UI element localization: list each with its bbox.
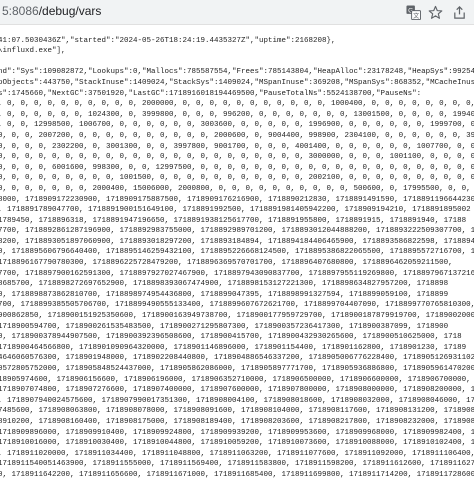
response-text-line: 8910200, 1718908160400, 1718908175000, 1…: [0, 417, 474, 426]
response-text-line: 1718900464566800, 1718901090964320000, 1…: [0, 343, 467, 352]
response-text-line: 900862850, 1718900151925350600, 17189001…: [0, 312, 474, 321]
response-text-line: , 1718891789047700, 1718891900151649100,…: [0, 206, 471, 215]
response-text-line: 0, 1718900378944907500, 1718900392396508…: [0, 333, 462, 342]
response-text-line: 0, 1718895606796640400, 1718895146259432…: [0, 248, 474, 257]
response-text-line: 1789450, 1718896318, 1718891947196650, 1…: [0, 216, 467, 225]
response-text-line: 0, 0, 0, 0, 0, 0, 0, 2000400, 15006000, …: [0, 184, 474, 193]
response-text-line: , 0, 0, 0, 0, 0, 0, 0, 0, 0, 0, 2000000,…: [0, 100, 474, 109]
response-text-line: 7700, 1718892861287196900, 1718892983755…: [0, 227, 474, 236]
response-text-line: 8685700, 1718898272697652900, 1718898393…: [0, 280, 449, 289]
response-text-line: 0, 0, 0, 0, 0, 0, 0, 0, 0, 1001500, 0, 0…: [0, 174, 474, 183]
url-host: 5:8086: [2, 4, 39, 18]
response-text-line: , 1718911020000, 1718911034400, 17189110…: [0, 449, 474, 458]
svg-text:文: 文: [413, 11, 419, 19]
url-text[interactable]: 5:8086/debug/vars: [2, 4, 101, 18]
response-text-line: 8000, 1718909172230900, 1718909175887500…: [0, 195, 474, 204]
response-text-line: \influxd.exe"],: [0, 47, 66, 56]
json-response-body: 41:07.5030436Z","started":"2024-05-26T18…: [0, 25, 474, 481]
response-text-line: 0, 0, 0, 0, 6001600, 998300, 0, 0, 12997…: [0, 163, 474, 172]
translate-icon[interactable]: G 文: [404, 3, 422, 21]
response-text-line: 7485600, 1718908063800, 1718908078000, 1…: [0, 407, 474, 416]
response-text-line: 1718907074800, 1718907276600, 1718907400…: [0, 386, 474, 395]
response-text-line: 0, 0, 0, 2007200, 0, 0, 0, 0, 0, 0, 0, 0…: [0, 131, 474, 140]
response-text-line: 1718896167790780300, 1718896225728479200…: [0, 259, 453, 268]
response-text-line: 8200, 1718893051897060900, 1718893018297…: [0, 237, 474, 246]
response-text-line: 1718911540051463900, 1718911555000, 1718…: [0, 460, 474, 469]
response-text-line: 4646060576300, 1718901948000, 1718902208…: [0, 354, 474, 363]
response-text-line: 41:07.5030436Z","started":"2024-05-26T18…: [0, 36, 336, 45]
response-text-line: 0, 0, 0, 0, 0, 0, 0, 0, 0, 0, 0, 0, 0, 0…: [0, 153, 474, 162]
response-text-line: s":1745660,"NextGC":37501920,"LastGC":17…: [0, 89, 422, 98]
response-text-line: 0, 0, 0, 0, 2302200, 0, 3001300, 0, 0, 3…: [0, 142, 474, 151]
response-text-line: [0, 57, 474, 68]
share-icon[interactable]: [450, 3, 468, 21]
response-text-line: nd":"Sys":109082872,"Lookups":0,"Mallocs…: [0, 68, 474, 77]
response-text-line: 7700, 1718897900162591300, 1718897927027…: [0, 269, 474, 278]
response-text-line: , 1718907940024575600, 17189079900173513…: [0, 396, 474, 405]
response-text-line: 1718910016000, 1718910030400, 1718910044…: [0, 439, 474, 448]
response-text-line: 0572805752000, 1718905848524437000, 1718…: [0, 365, 474, 373]
response-text-line: 0, 1718898873862810700, 1718898974954436…: [0, 290, 449, 299]
browser-address-bar[interactable]: 5:8086/debug/vars G 文: [0, 0, 474, 25]
response-text-line: 1718909896000, 1718909910400, 1718909924…: [0, 428, 474, 437]
url-path: /debug/vars: [38, 4, 102, 18]
response-text-line: 0, 1718911642200, 1718911656600, 1718911…: [0, 470, 474, 479]
response-text-line: , 0, 0, 0, 0, 0, 0, 1024300, 0, 3999800,…: [0, 110, 474, 119]
response-text-line: 700, 1718899385505706700, 17188994905551…: [0, 301, 474, 310]
response-text-line: [0, 25, 474, 36]
response-text-line: 1718900594700, 1718900261535483500, 1718…: [0, 322, 449, 331]
response-text-line: pObjects":443750,"StackInuse":1409024,"S…: [0, 78, 474, 87]
response-text-line: 18905974600, 1718906156600, 171890619600…: [0, 375, 474, 384]
star-icon[interactable]: [426, 3, 444, 21]
response-text-line: , 0, 0, 12998500, 1006700, 0, 0, 0, 0, 0…: [0, 121, 474, 130]
